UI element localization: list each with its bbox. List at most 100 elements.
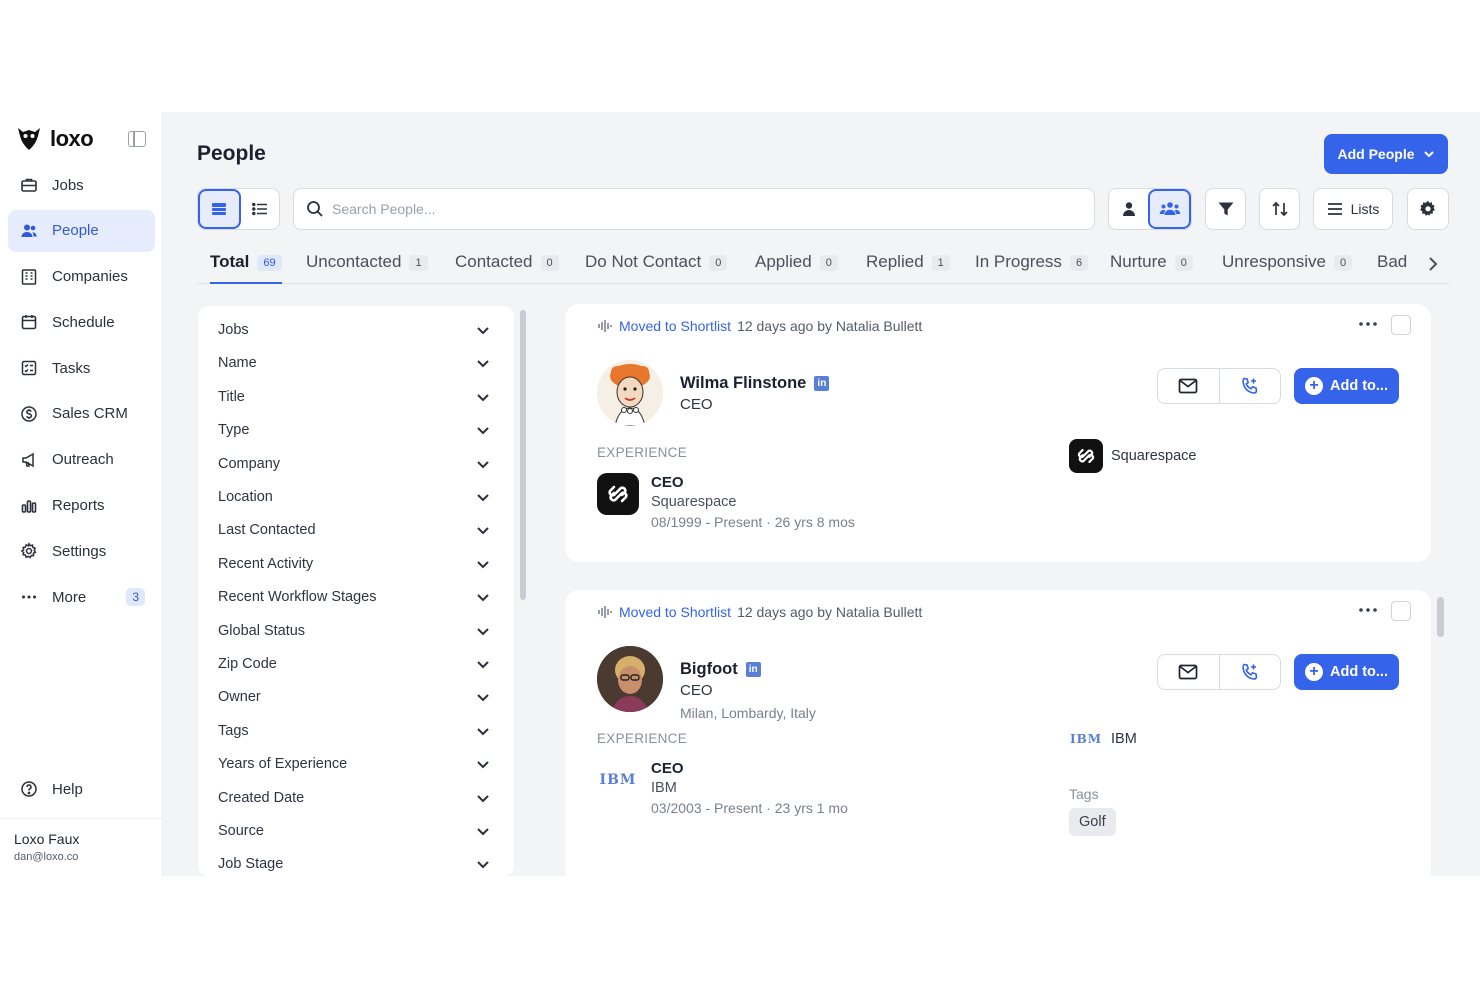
tab-nurture[interactable]: Nurture 0 [1110,252,1193,284]
tab-total[interactable]: Total 69 [210,252,282,284]
search-icon [307,201,323,217]
user-profile[interactable]: Loxo Faux dan@loxo.co [0,818,163,875]
person-card[interactable]: Moved to Shortlist 12 days ago by Natali… [565,304,1431,562]
help-link[interactable]: Help [20,780,83,798]
sidebar-item-more[interactable]: More 3 [8,576,155,618]
side-company[interactable]: IBM IBM [1069,731,1137,747]
filter-row[interactable]: Location [218,485,490,509]
tab-contacted[interactable]: Contacted 0 [455,252,559,284]
filter-row[interactable]: Tags [218,719,490,743]
filter-row[interactable]: Recent Workflow Stages [218,585,490,609]
tab-in-progress[interactable]: In Progress 6 [975,252,1089,284]
side-company-name: Squarespace [1111,448,1197,464]
linkedin-icon[interactable]: in [814,376,830,391]
tags-label: Tags [1069,786,1099,802]
filter-row[interactable]: Recent Activity [218,552,490,576]
more-options-icon[interactable] [1357,314,1379,334]
loxo-logo-icon [18,128,40,150]
sidebar-item-reports[interactable]: Reports [8,485,155,527]
sidebar-item-schedule[interactable]: Schedule [8,301,155,343]
tab-do-not-contact[interactable]: Do Not Contact 0 [585,252,728,284]
settings-button[interactable] [1407,188,1449,230]
filter-label: Company [218,455,281,472]
tab-bad[interactable]: Bad [1377,252,1407,284]
filter-row[interactable]: Global Status [218,619,490,643]
person-card[interactable]: Moved to Shortlist 12 days ago by Natali… [565,590,1431,876]
sidebar-item-settings[interactable]: Settings [8,530,155,572]
add-people-button[interactable]: Add People [1324,134,1448,174]
sidebar-item-companies[interactable]: Companies [8,256,155,298]
activity-action[interactable]: Moved to Shortlist [619,318,731,334]
lists-label: Lists [1350,201,1380,217]
select-checkbox[interactable] [1391,315,1411,335]
sidebar-item-sales-crm[interactable]: Sales CRM [8,393,155,435]
tab-label: Replied [866,252,924,271]
filter-icon [1218,202,1233,216]
email-button[interactable] [1158,655,1219,689]
side-company[interactable]: Squarespace [1069,439,1196,473]
chevron-down-icon [477,360,489,368]
filter-row[interactable]: Company [218,452,490,476]
chevron-right-icon[interactable] [1425,254,1441,274]
all-people-button[interactable] [1148,189,1191,229]
filter-label: Name [218,355,257,372]
filter-label: Tags [218,722,249,739]
select-checkbox[interactable] [1391,601,1411,621]
email-button[interactable] [1158,369,1219,403]
experience-company[interactable]: IBM [651,780,677,796]
linkedin-icon[interactable]: in [745,662,761,677]
people-icon [20,222,38,240]
ibm-logo-icon: IBM [1069,732,1103,746]
tab-unresponsive[interactable]: Unresponsive 0 [1222,252,1353,284]
avatar[interactable] [597,646,663,712]
chevron-down-icon [477,594,489,602]
sidebar-item-tasks[interactable]: Tasks [8,347,155,389]
lists-button[interactable]: Lists [1313,188,1393,230]
menu-lines-icon [1327,203,1342,215]
filter-row[interactable]: Name [218,351,490,375]
tag-chip[interactable]: Golf [1069,808,1116,836]
avatar[interactable] [597,360,663,426]
activity-action[interactable]: Moved to Shortlist [619,604,731,620]
experience-company[interactable]: Squarespace [651,494,736,510]
filter-row[interactable]: Created Date [218,786,490,810]
add-to-button[interactable]: + Add to... [1294,654,1399,690]
add-people-label: Add People [1337,146,1415,162]
my-people-button[interactable] [1109,189,1148,229]
collapse-sidebar-icon[interactable] [128,131,146,147]
page-title: People [197,142,266,165]
call-button[interactable] [1218,655,1281,689]
filter-row[interactable]: Years of Experience [218,752,490,776]
filter-row[interactable]: Owner [218,685,490,709]
filter-row[interactable]: Jobs [218,318,490,342]
filter-button[interactable] [1205,188,1246,230]
sidebar-item-jobs[interactable]: Jobs [8,164,155,206]
filter-row[interactable]: Type [218,418,490,442]
card-view-button[interactable] [198,189,241,229]
tab-label: Contacted [455,252,533,271]
person-name[interactable]: Bigfoot in [680,660,761,679]
sidebar-item-people[interactable]: People [8,209,155,252]
filter-row[interactable]: Source [218,819,490,843]
tab-uncontacted[interactable]: Uncontacted 1 [306,252,428,284]
sort-button[interactable] [1259,188,1300,230]
add-to-button[interactable]: + Add to... [1294,368,1399,404]
more-options-icon[interactable] [1357,600,1379,620]
activity-line: Moved to Shortlist 12 days ago by Natali… [597,604,922,620]
filters-scrollbar[interactable] [520,310,526,600]
filter-row[interactable]: Job Stage [218,852,490,876]
filter-row[interactable]: Zip Code [218,652,490,676]
tab-replied[interactable]: Replied 1 [866,252,950,284]
tab-applied[interactable]: Applied 0 [755,252,838,284]
tab-label: Applied [755,252,812,271]
squarespace-logo-icon [597,473,639,515]
search-input[interactable] [332,201,1032,217]
main-scrollbar[interactable] [1437,597,1444,637]
filter-row[interactable]: Title [218,385,490,409]
brand[interactable]: loxo [16,124,94,154]
list-view-button[interactable] [241,189,280,229]
person-name[interactable]: Wilma Flinstone in [680,374,830,393]
filter-row[interactable]: Last Contacted [218,518,490,542]
call-button[interactable] [1218,369,1281,403]
sidebar-item-outreach[interactable]: Outreach [8,439,155,481]
